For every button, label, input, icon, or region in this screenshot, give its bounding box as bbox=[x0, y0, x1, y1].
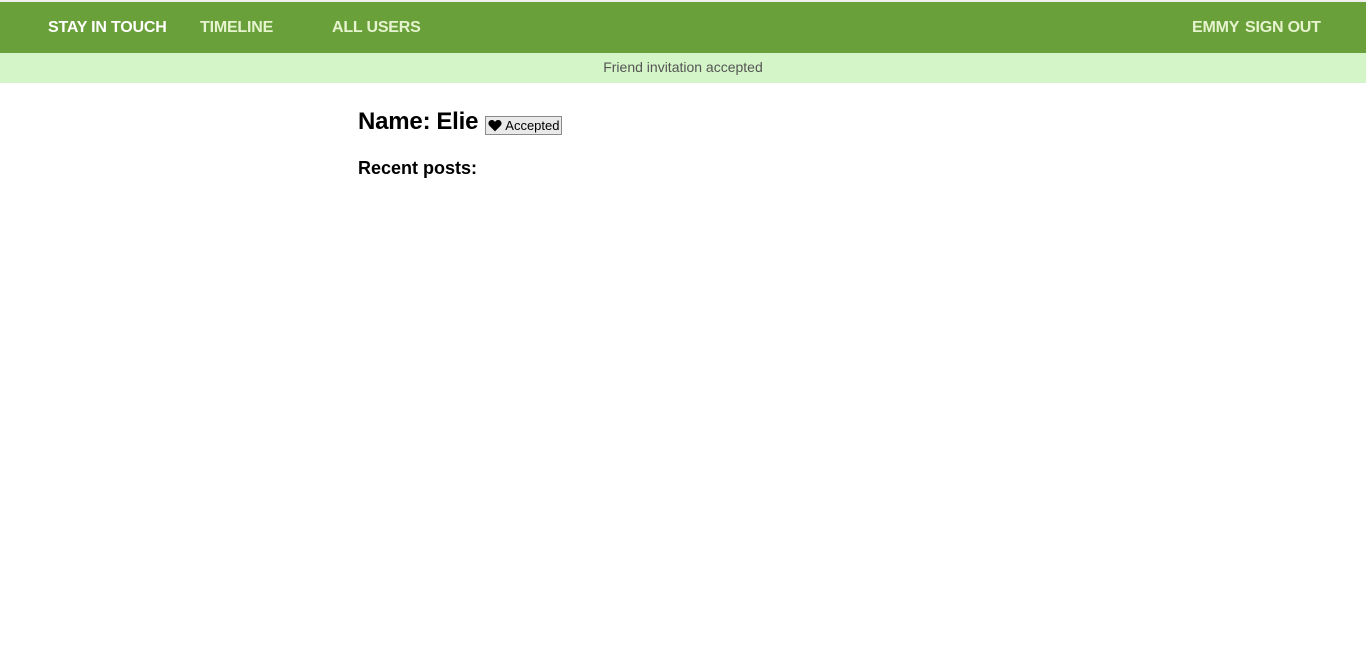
status-label: Accepted bbox=[505, 117, 560, 133]
name-row: Name: Elie Accepted bbox=[358, 106, 563, 138]
top-navbar: STAY IN TOUCH TIMELINE ALL USERS EMMY SI… bbox=[0, 2, 1366, 53]
heart-icon bbox=[488, 119, 502, 131]
recent-posts-heading: Recent posts: bbox=[358, 158, 478, 178]
flash-notice: Friend invitation accepted bbox=[0, 53, 1366, 83]
user-name-heading: Name: Elie bbox=[358, 108, 478, 136]
name-label: Name: bbox=[358, 108, 431, 135]
brand-link[interactable]: STAY IN TOUCH bbox=[48, 2, 167, 53]
flash-message: Friend invitation accepted bbox=[603, 59, 763, 75]
current-user-link[interactable]: EMMY bbox=[1192, 2, 1239, 53]
nav-timeline-link[interactable]: TIMELINE bbox=[200, 2, 273, 53]
user-profile: Name: Elie Accepted Recent posts: bbox=[358, 106, 563, 179]
sign-out-link[interactable]: SIGN OUT bbox=[1245, 2, 1321, 53]
nav-all-users-link[interactable]: ALL USERS bbox=[332, 2, 421, 53]
name-value: Elie bbox=[436, 108, 479, 135]
friendship-status-button[interactable]: Accepted bbox=[485, 115, 563, 135]
